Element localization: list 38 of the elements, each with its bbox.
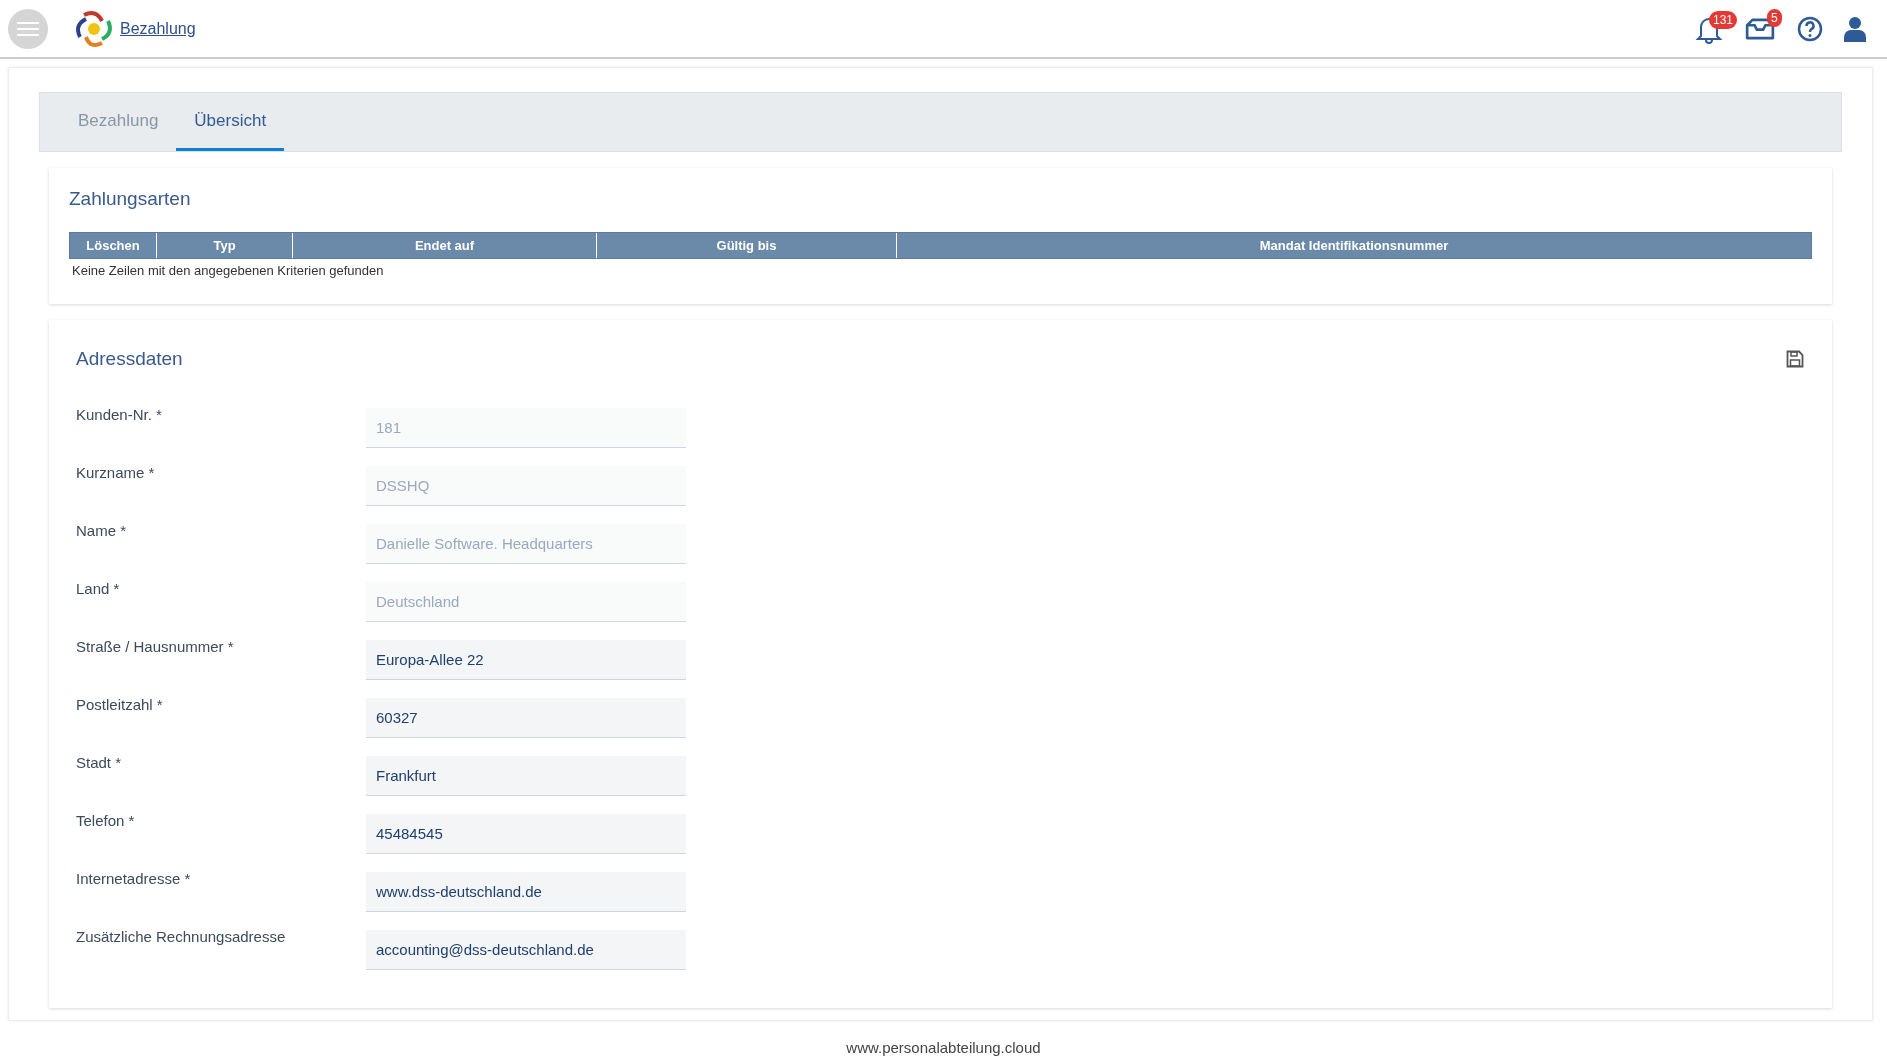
field-label: Name * <box>76 522 128 539</box>
field-label: Stadt * <box>76 754 123 771</box>
field-label: Kurzname * <box>76 464 156 481</box>
tab[interactable]: Übersicht <box>176 93 285 151</box>
page-title-link[interactable]: Bezahlung <box>120 19 196 38</box>
field-label: Postleitzahl * <box>76 696 164 713</box>
menu-icon <box>17 20 39 37</box>
notification-count-badge: 131 <box>1709 10 1738 29</box>
tab[interactable]: Bezahlung <box>60 93 177 151</box>
notifications-button[interactable]: 131 <box>1695 8 1739 49</box>
input-field[interactable]: 45484545 <box>366 814 686 854</box>
column-header[interactable]: Endet auf <box>293 233 597 258</box>
field-label: Straße / Hausnummer * <box>76 638 235 655</box>
column-header[interactable]: Löschen <box>70 233 157 258</box>
column-header[interactable]: Mandat Identifikationsnummer <box>897 233 1811 258</box>
section-title: Zahlungsarten <box>69 188 192 210</box>
column-header[interactable]: Typ <box>157 233 293 258</box>
logo-icon <box>74 8 114 49</box>
footer-link[interactable]: www.personalabteilung.cloud <box>0 1039 1887 1056</box>
message-count-badge: 5 <box>1767 8 1782 27</box>
messages-button[interactable]: 5 <box>1745 8 1791 49</box>
help-icon <box>1797 15 1823 42</box>
save-icon <box>1786 350 1804 368</box>
field-label: Kunden-Nr. * <box>76 406 163 423</box>
section-title: Adressdaten <box>76 348 183 370</box>
input-field[interactable]: www.dss-deutschland.de <box>366 872 686 912</box>
field-label: Telefon * <box>76 812 136 829</box>
save-button[interactable] <box>1786 350 1804 368</box>
field-label: Land * <box>76 580 121 597</box>
user-icon <box>1843 15 1867 42</box>
input-field[interactable]: Europa-Allee 22 <box>366 640 686 680</box>
column-header[interactable]: Gültig bis <box>597 233 897 258</box>
empty-table-message: Keine Zeilen mit den angegebenen Kriterien gefunden <box>71 262 385 280</box>
input-field[interactable]: Frankfurt <box>366 756 686 796</box>
field-label: Zusätzliche Rechnungsadresse <box>76 928 287 945</box>
input-field[interactable]: accounting@dss-deutschland.de <box>366 930 686 970</box>
field-label: Internetadresse * <box>76 870 192 887</box>
input-field[interactable]: 60327 <box>366 698 686 738</box>
